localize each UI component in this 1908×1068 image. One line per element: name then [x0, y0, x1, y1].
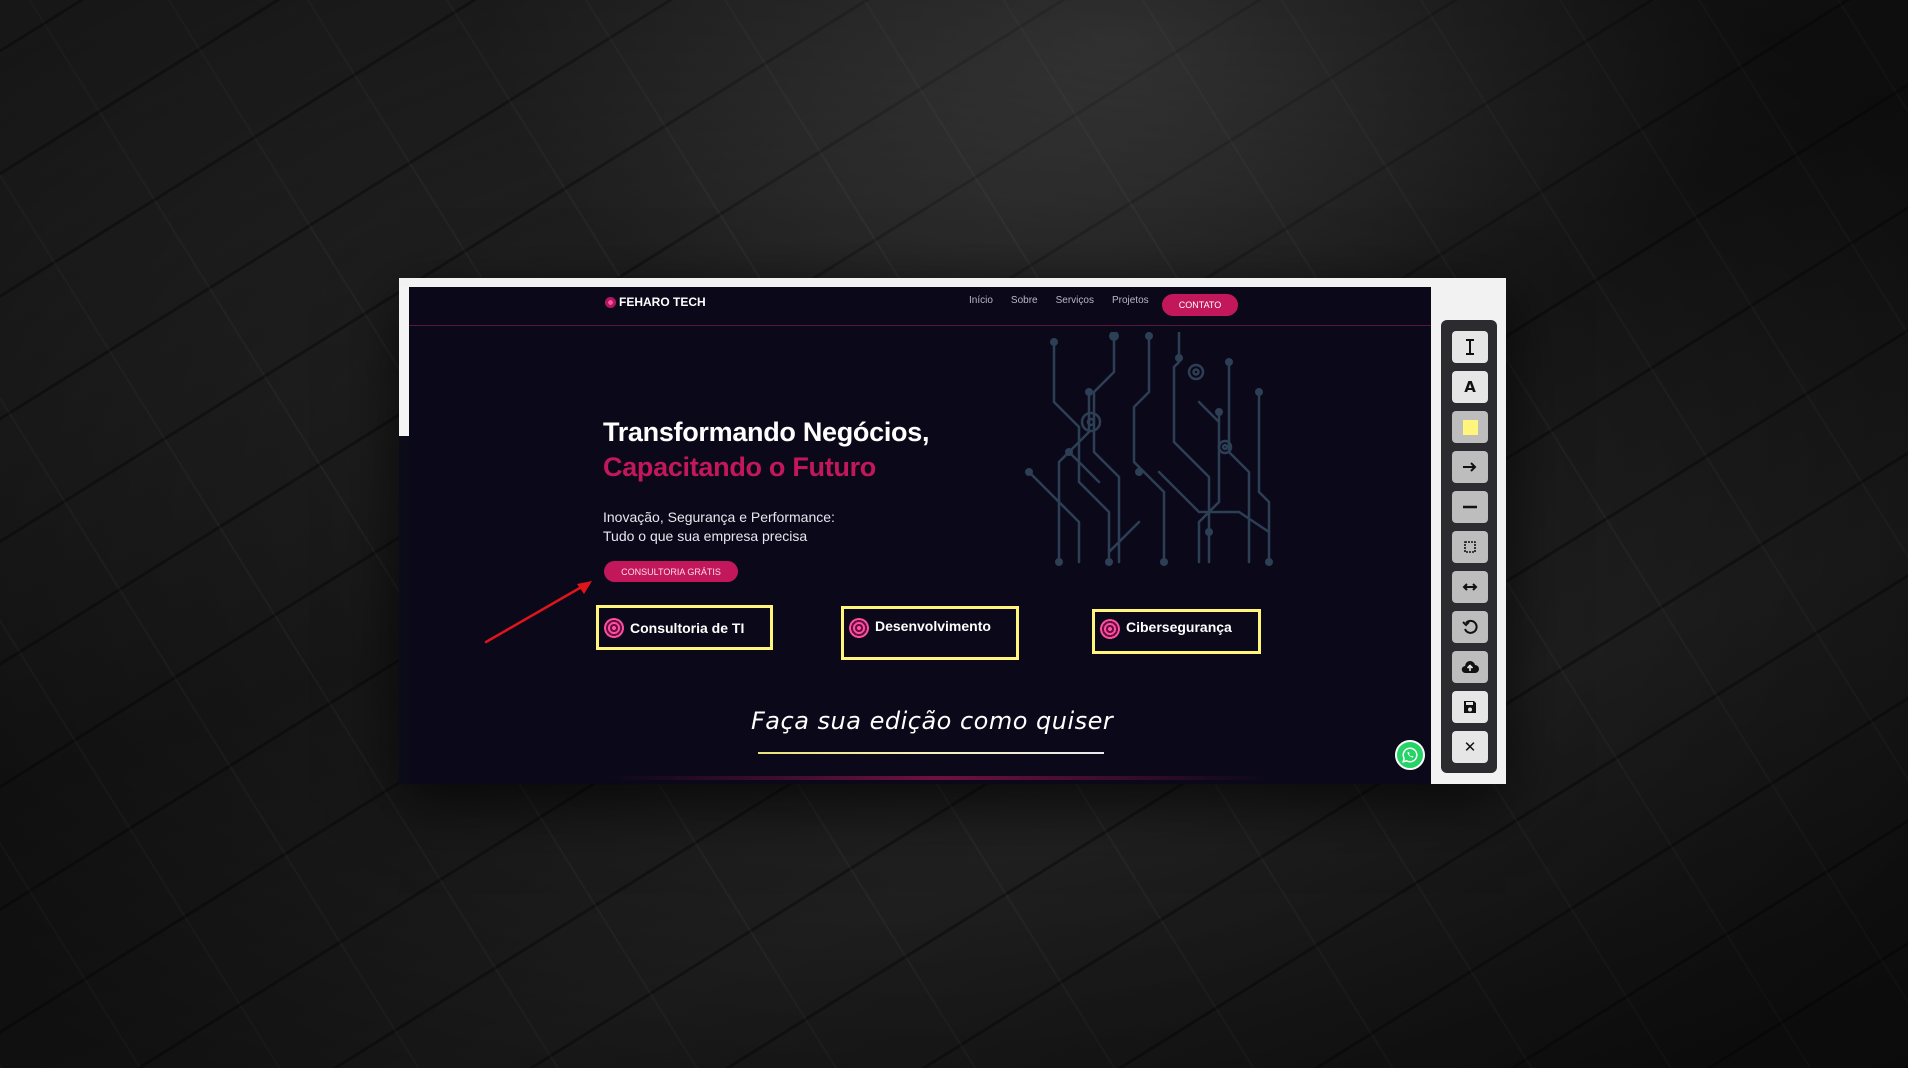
service-consultoria[interactable]: Consultoria de TI	[596, 605, 773, 650]
highlight-color-tool[interactable]	[1452, 411, 1488, 443]
annotation-toolbar: A ✕	[1441, 320, 1497, 773]
website-preview: FEHARO TECH Início Sobre Serviços Projet…	[409, 287, 1431, 784]
service-ciberseguranca[interactable]: Cibersegurança	[1092, 609, 1261, 654]
arrow-icon	[1463, 462, 1477, 472]
line-tool[interactable]	[1452, 491, 1488, 523]
service-brain-icon	[1100, 619, 1120, 639]
nav-link-projetos[interactable]: Projetos	[1112, 295, 1149, 306]
hero-title-line2: Capacitando o Futuro	[603, 452, 876, 482]
undo-tool[interactable]	[1452, 611, 1488, 643]
upload-tool[interactable]	[1452, 651, 1488, 683]
nav-links: Início Sobre Serviços Projetos	[969, 295, 1149, 306]
undo-icon	[1462, 619, 1478, 634]
whatsapp-button[interactable]	[1395, 740, 1425, 770]
text-tool[interactable]: A	[1452, 371, 1488, 403]
nav-link-sobre[interactable]: Sobre	[1011, 295, 1038, 306]
hero-subtitle-line1: Inovação, Segurança e Performance:	[603, 509, 835, 525]
close-icon: ✕	[1463, 738, 1477, 756]
rectangle-icon	[1464, 541, 1476, 553]
text-cursor-icon	[1466, 339, 1474, 355]
arrow-tool[interactable]	[1452, 451, 1488, 483]
save-icon	[1464, 701, 1476, 713]
highlight-color-icon	[1462, 419, 1478, 435]
service-label: Cibersegurança	[1126, 619, 1232, 635]
line-icon	[1463, 505, 1477, 509]
save-tool[interactable]	[1452, 691, 1488, 723]
contact-button[interactable]: CONTATO	[1162, 294, 1238, 316]
text-icon: A	[1464, 378, 1476, 396]
nav-link-servicos[interactable]: Serviços	[1056, 295, 1094, 306]
section-glow-divider	[609, 776, 1269, 780]
service-brain-icon	[604, 617, 624, 638]
site-logo[interactable]: FEHARO TECH	[605, 295, 706, 309]
annotation-underline[interactable]	[758, 752, 1104, 754]
frame-edge	[399, 287, 409, 784]
text-cursor-tool[interactable]	[1452, 331, 1488, 363]
site-navbar: FEHARO TECH Início Sobre Serviços Projet…	[409, 287, 1431, 326]
brand-name: FEHARO TECH	[619, 295, 706, 309]
service-label: Desenvolvimento	[875, 618, 991, 634]
close-tool[interactable]: ✕	[1452, 731, 1488, 763]
hero-title-line1: Transformando Negócios,	[603, 417, 930, 447]
annotation-arrow[interactable]	[480, 578, 600, 648]
service-brain-icon	[849, 618, 869, 638]
free-consulting-button[interactable]: CONSULTORIA GRÁTIS	[604, 561, 738, 582]
rectangle-tool[interactable]	[1452, 531, 1488, 563]
service-label: Consultoria de TI	[630, 619, 745, 636]
service-desenvolvimento[interactable]: Desenvolvimento	[841, 606, 1019, 660]
double-arrow-tool[interactable]	[1452, 571, 1488, 603]
upload-cloud-icon	[1461, 660, 1479, 674]
hero-subtitle-line2: Tudo o que sua empresa precisa	[603, 528, 808, 544]
annotation-text[interactable]: Faça sua edição como quiser	[751, 707, 1113, 735]
circuit-illustration	[1025, 332, 1273, 566]
nav-link-inicio[interactable]: Início	[969, 295, 993, 306]
double-arrow-icon	[1462, 583, 1478, 591]
whatsapp-icon	[1402, 747, 1418, 763]
logo-mark-icon	[605, 296, 616, 308]
